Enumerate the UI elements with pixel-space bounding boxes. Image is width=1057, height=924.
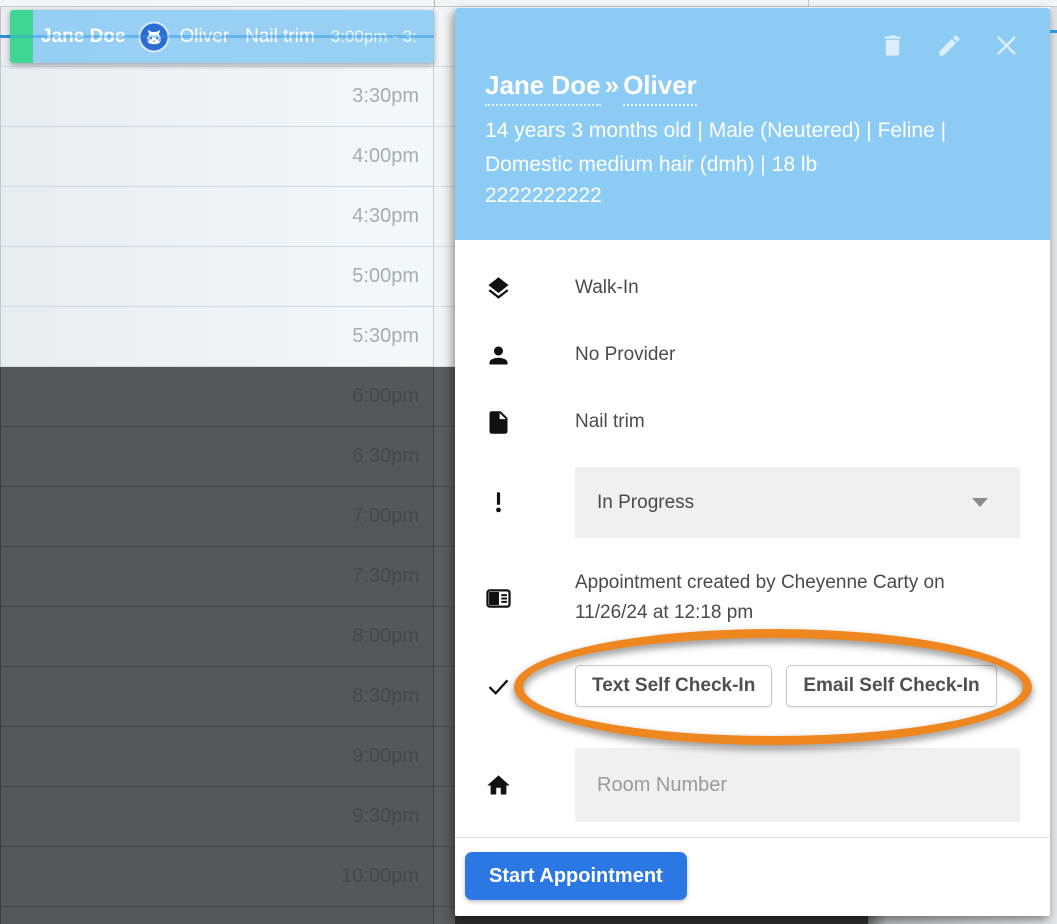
- file-icon: [485, 409, 512, 436]
- time-slot-label: 8:00pm: [352, 625, 419, 648]
- next-column-strip: [434, 547, 455, 607]
- next-column-strip: [434, 367, 455, 427]
- background-gradient-strip: [868, 916, 1057, 924]
- time-slot-label: 6:30pm: [352, 445, 419, 468]
- status-value: In Progress: [597, 492, 694, 514]
- time-slot-label: 5:00pm: [352, 265, 419, 288]
- app-screen: 3:30pm 4:00pm 4:30pm 5:00pm 5:30pm 6:00pm 6:30…: [0, 0, 1057, 924]
- time-slot-row[interactable]: 7:30pm: [0, 547, 455, 607]
- appointment-type-row: Walk-In: [485, 274, 1020, 302]
- title-separator: »: [601, 70, 623, 100]
- time-slot-label: 7:00pm: [352, 505, 419, 528]
- next-column-strip: [434, 667, 455, 727]
- time-grid: 3:30pm 4:00pm 4:30pm 5:00pm 5:30pm 6:00pm 6:30…: [0, 7, 455, 924]
- time-slot-row[interactable]: 9:00pm: [0, 727, 455, 787]
- time-slot-row[interactable]: 6:30pm: [0, 427, 455, 487]
- time-slot-row[interactable]: 10:00pm: [0, 847, 455, 907]
- next-column-strip: [434, 607, 455, 667]
- status-dropdown[interactable]: In Progress: [575, 467, 1020, 538]
- panel-header: Jane Doe»Oliver 14 years 3 months old | …: [455, 8, 1050, 240]
- column-divider: [434, 0, 435, 7]
- next-column-strip: [434, 427, 455, 487]
- room-number-input[interactable]: [575, 748, 1020, 822]
- home-icon: [485, 772, 512, 799]
- background-dark-strip: [455, 916, 868, 924]
- next-column-strip: [434, 127, 455, 187]
- reason-label: Nail trim: [575, 411, 645, 433]
- next-column-strip: [434, 847, 455, 907]
- delete-icon[interactable]: [879, 32, 906, 59]
- time-slot-row[interactable]: 8:00pm: [0, 607, 455, 667]
- next-column-strip: [434, 7, 455, 67]
- status-row: In Progress: [485, 467, 1020, 538]
- annotation-ellipse: [514, 629, 1032, 745]
- time-slot-label: 8:30pm: [352, 685, 419, 708]
- person-icon: [485, 342, 512, 369]
- time-slot-label: 7:30pm: [352, 565, 419, 588]
- panel-footer-divider: [455, 837, 1050, 838]
- panel-title: Jane Doe»Oliver: [485, 70, 697, 101]
- next-column-strip: [434, 907, 455, 924]
- next-column-strip: [434, 187, 455, 247]
- appointment-type-label: Walk-In: [575, 277, 639, 299]
- pet-name-link[interactable]: Oliver: [623, 70, 697, 106]
- created-by-text: Appointment created by Cheyenne Carty on…: [575, 568, 985, 628]
- time-slot-row[interactable]: 7:00pm: [0, 487, 455, 547]
- time-slot-row[interactable]: 6:00pm: [0, 367, 455, 427]
- time-slot-row[interactable]: 5:30pm: [0, 307, 455, 367]
- time-slot-label: 6:00pm: [352, 385, 419, 408]
- client-name-link[interactable]: Jane Doe: [485, 70, 601, 106]
- next-column-strip: [434, 307, 455, 367]
- exclamation-icon: [485, 489, 512, 516]
- chevron-down-icon: [972, 498, 988, 507]
- current-time-line-overlay: [10, 35, 434, 38]
- provider-row: No Provider: [485, 341, 1020, 369]
- time-slot-row[interactable]: 4:00pm: [0, 127, 455, 187]
- room-row: [485, 748, 1020, 822]
- time-slot-label: 10:00pm: [341, 865, 419, 888]
- time-slot-row[interactable]: [0, 907, 455, 924]
- time-slot-label: 4:30pm: [352, 205, 419, 228]
- next-column-strip: [434, 67, 455, 127]
- time-slot-row[interactable]: 4:30pm: [0, 187, 455, 247]
- close-icon[interactable]: [993, 32, 1020, 59]
- background-sliver: [1050, 0, 1057, 924]
- patient-info: 14 years 3 months old | Male (Neutered) …: [485, 114, 990, 182]
- column-divider: [808, 0, 809, 7]
- time-slot-label: 4:00pm: [352, 145, 419, 168]
- next-column-strip: [434, 487, 455, 547]
- appointment-detail-panel: Jane Doe»Oliver 14 years 3 months old | …: [455, 8, 1050, 916]
- time-slot-row[interactable]: 3:30pm: [0, 67, 455, 127]
- client-phone: 2222222222: [485, 184, 602, 208]
- note-icon: [485, 585, 512, 612]
- provider-label: No Provider: [575, 344, 675, 366]
- start-appointment-button[interactable]: Start Appointment: [465, 852, 687, 900]
- check-icon: [485, 673, 512, 700]
- layers-icon: [485, 275, 512, 302]
- next-column-strip: [434, 727, 455, 787]
- appointment-bar[interactable]: Jane Doe Oliver Nail trim 3:00pm - 3:: [10, 10, 434, 63]
- time-slot-row[interactable]: 5:00pm: [0, 247, 455, 307]
- next-column-strip: [434, 247, 455, 307]
- time-slot-row[interactable]: 9:30pm: [0, 787, 455, 847]
- created-row: Appointment created by Cheyenne Carty on…: [485, 560, 1020, 636]
- time-slot-row[interactable]: 8:30pm: [0, 667, 455, 727]
- next-column-strip: [434, 787, 455, 847]
- time-slot-label: 9:30pm: [352, 805, 419, 828]
- time-slot-label: 3:30pm: [352, 85, 419, 108]
- edit-icon[interactable]: [936, 32, 963, 59]
- time-slot-label: 5:30pm: [352, 325, 419, 348]
- time-slot-label: 9:00pm: [352, 745, 419, 768]
- calendar-top-edge: [0, 0, 1057, 7]
- reason-row: Nail trim: [485, 408, 1020, 436]
- current-time-line: [1050, 30, 1057, 33]
